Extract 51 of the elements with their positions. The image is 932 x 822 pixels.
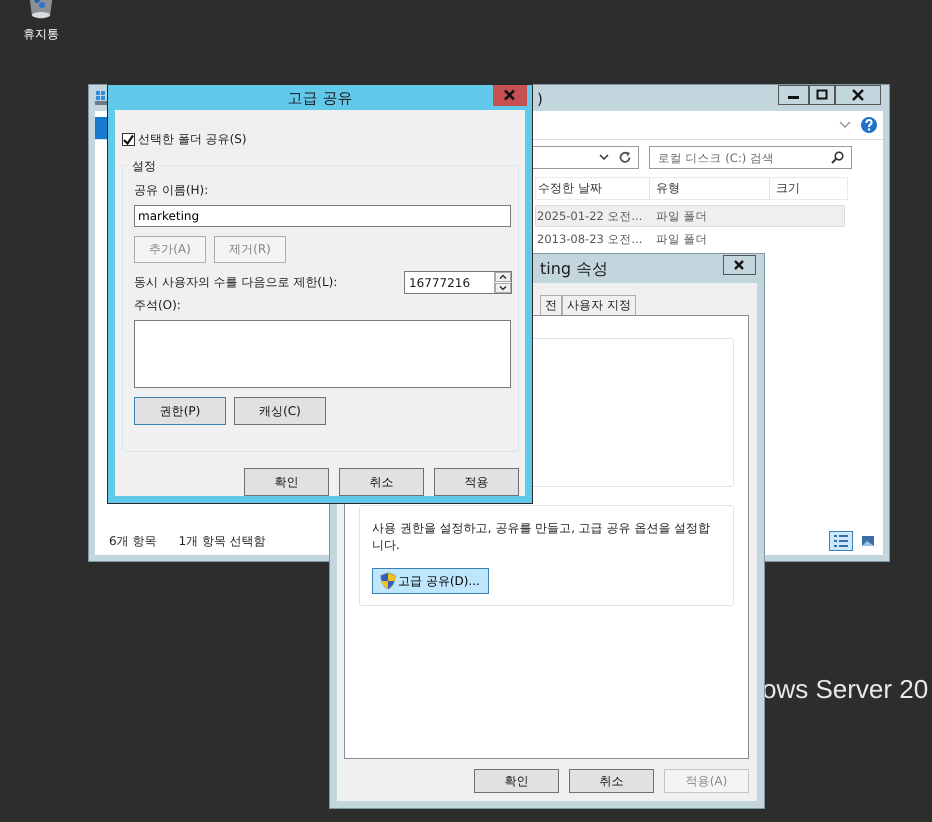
table-cell-text: 2025-01-22 오전...: [536, 208, 644, 224]
dropdown-icon[interactable]: [599, 154, 609, 162]
share-name-field[interactable]: marketing: [134, 205, 511, 227]
file-row[interactable]: 2013-08-23 오전... 파일 폴더: [535, 228, 845, 250]
dialog-button[interactable]: 취소: [339, 468, 424, 496]
window-title: 고급 공유: [288, 89, 352, 109]
chevron-down-icon[interactable]: [839, 121, 851, 129]
field-label: 동시 사용자의 수를 다음으로 제한(L):: [134, 274, 338, 291]
checkbox-label[interactable]: 선택한 폴더 공유(S): [138, 131, 247, 148]
status-text: 6개 항목: [109, 532, 156, 550]
maximize-button[interactable]: [809, 85, 835, 105]
table-cell-text: 파일 폴더: [655, 208, 708, 224]
search-icon: [831, 151, 844, 164]
file-row[interactable]: 2025-01-22 오전... 파일 폴더: [535, 205, 845, 227]
advanced-sharing-button[interactable]: 고급 공유(D)...: [372, 568, 489, 594]
minimize-button[interactable]: [778, 85, 809, 105]
description-text: 사용 권한을 설정하고, 공유를 만들고, 고급 공유 옵션을 설정합니다.: [372, 520, 712, 554]
spin-down-button[interactable]: [495, 283, 511, 293]
column-header[interactable]: 유형: [650, 178, 770, 199]
status-text: 1개 항목 선택함: [178, 532, 266, 550]
details-view-button[interactable]: [829, 531, 853, 551]
table-cell-text: 2013-08-23 오전...: [536, 232, 644, 246]
dialog-button[interactable]: 캐싱(C): [234, 397, 326, 425]
field-label: 주석(O):: [134, 297, 182, 314]
user-limit-spinner[interactable]: 16777216: [404, 271, 512, 294]
checkbox[interactable]: [122, 133, 135, 146]
close-button[interactable]: [835, 85, 881, 105]
dialog-button[interactable]: 확인: [244, 468, 329, 496]
desktop-icon-label[interactable]: 휴지통: [23, 26, 59, 43]
dialog-button[interactable]: 권한(P): [134, 397, 226, 425]
dialog-button[interactable]: 적용: [434, 468, 519, 496]
tab[interactable]: 사용자 지정: [562, 295, 636, 315]
explorer-icon: [95, 89, 107, 107]
dialog-button[interactable]: 취소: [569, 769, 654, 793]
search-field[interactable]: 로컬 디스크 (C:) 검색: [649, 146, 852, 169]
file-tab[interactable]: [95, 117, 108, 139]
spin-up-button[interactable]: [495, 272, 511, 282]
refresh-icon[interactable]: [619, 151, 632, 164]
tab[interactable]: 전: [540, 295, 562, 315]
window-title: ting 속성: [540, 259, 608, 280]
table-cell-text: 파일 폴더: [655, 232, 708, 246]
comment-field[interactable]: [134, 320, 511, 388]
column-header[interactable]: 수정한 날짜: [536, 178, 650, 199]
window-title: ): [537, 90, 543, 108]
shield-icon: [380, 572, 396, 590]
close-button[interactable]: [723, 255, 756, 275]
field-label: 공유 이름(H):: [134, 182, 210, 199]
help-icon[interactable]: [861, 117, 877, 133]
dialog-button[interactable]: 확인: [474, 769, 559, 793]
group-title: 설정: [129, 158, 159, 175]
column-header[interactable]: 크기: [770, 178, 847, 199]
